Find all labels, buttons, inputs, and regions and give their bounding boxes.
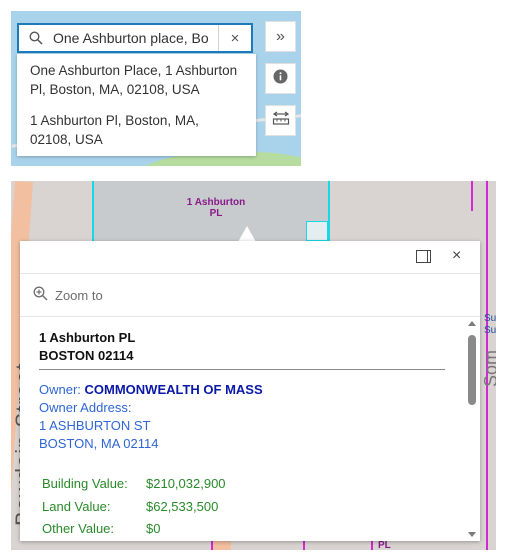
search-icon[interactable] [19, 25, 53, 51]
land-value-label: Land Value: [42, 499, 111, 514]
suggestion-line: Pl, Boston, MA, 02108, USA [30, 82, 200, 97]
suggestion-item[interactable]: One Ashburton Place, 1 Ashburton Pl, Bos… [30, 61, 250, 99]
app-root: × One Ashburton Place, 1 Ashburton Pl, B… [0, 0, 507, 559]
measure-button[interactable] [265, 105, 296, 136]
zoom-to-label: Zoom to [55, 287, 103, 303]
parcel-label: 1 Ashburton PL [181, 197, 251, 219]
map-label: Su [484, 313, 496, 324]
map-label: Som [481, 349, 496, 387]
other-value-label: Other Value: [42, 521, 115, 536]
popup-pointer [238, 226, 256, 242]
close-popup-button[interactable]: × [452, 247, 461, 265]
popup-scrollbar[interactable] [466, 318, 478, 541]
zoom-to-button[interactable]: Zoom to [20, 274, 480, 317]
search-suggestions: One Ashburton Place, 1 Ashburton Pl, Bos… [17, 54, 256, 156]
search-input[interactable] [53, 30, 218, 46]
scroll-down-arrow[interactable] [468, 532, 476, 537]
info-icon [273, 69, 288, 89]
expand-button[interactable]: » [265, 21, 296, 52]
building-value-label: Building Value: [42, 476, 128, 491]
parcel-label: PL [378, 540, 391, 551]
land-value: $62,533,500 [146, 499, 219, 514]
dock-button[interactable] [416, 250, 431, 263]
suggestion-item[interactable]: 1 Ashburton Pl, Boston, MA, 02108, USA [30, 111, 250, 149]
parcel-label-line: PL [209, 208, 223, 219]
building-value: $210,032,900 [146, 476, 226, 491]
suggestion-line: One Ashburton Place, 1 Ashburton [30, 63, 238, 78]
scroll-thumb[interactable] [468, 335, 476, 405]
popup-header: × [20, 241, 480, 274]
map-label: Su [484, 325, 496, 336]
search-box: × [17, 23, 253, 53]
map-parcel-boundary [471, 181, 473, 211]
parcel-label-line: 1 Ashburton [186, 197, 246, 208]
other-value: $0 [146, 521, 161, 536]
owner-address-line: BOSTON, MA 02114 [39, 436, 159, 451]
divider [39, 369, 445, 370]
clear-search-button[interactable]: × [218, 25, 251, 51]
map-parcel[interactable] [306, 221, 328, 241]
owner-value: COMMONWEALTH OF MASS [84, 382, 263, 397]
scroll-up-arrow[interactable] [468, 321, 476, 326]
owner-address-line: 1 ASHBURTON ST [39, 418, 151, 433]
owner-label: Owner: [39, 382, 85, 397]
info-button[interactable] [265, 63, 296, 94]
zoom-in-icon [33, 286, 48, 304]
feature-popup: × Zoom to 1 Ashburton PL BOSTON 02114 Ow… [20, 241, 480, 541]
suggestion-line: 1 Ashburton Pl, Boston, MA, [30, 113, 199, 128]
owner-address-label: Owner Address: [39, 400, 132, 415]
address-line: 1 Ashburton PL [39, 330, 136, 345]
owner-row: Owner: COMMONWEALTH OF MASS [39, 381, 263, 399]
measure-icon [272, 110, 290, 131]
suggestion-line: 02108, USA [30, 132, 103, 147]
popup-content: 1 Ashburton PL BOSTON 02114 Owner: COMMO… [20, 318, 466, 541]
address-line: BOSTON 02114 [39, 348, 134, 363]
